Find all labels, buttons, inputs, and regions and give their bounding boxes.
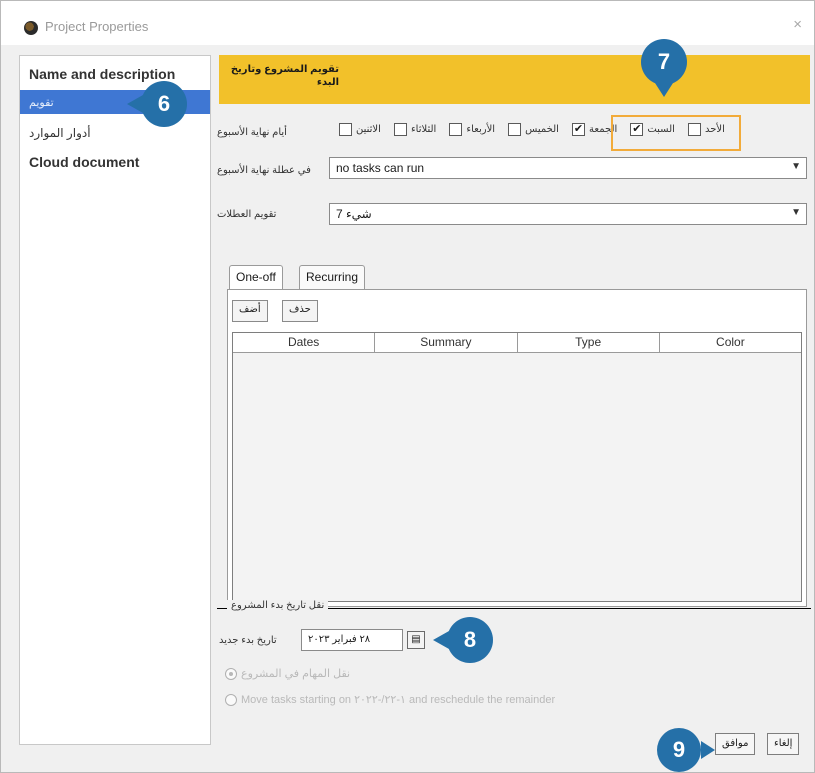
start-date-input[interactable]: ٢٨ فبراير ٢٠٢٣: [301, 629, 403, 651]
callout-8: 8: [447, 617, 493, 663]
day-label: الأربعاء: [466, 124, 496, 135]
option-reschedule[interactable]: Move tasks starting on ١-٢٢/-٢٠٢٢ and re…: [225, 693, 555, 706]
close-icon[interactable]: ×: [793, 16, 802, 33]
callout-9: 9: [657, 728, 701, 772]
option-move-tasks[interactable]: نقل المهام في المشروع: [225, 667, 350, 680]
option-reschedule-label: Move tasks starting on ١-٢٢/-٢٠٢٢ and re…: [241, 694, 556, 706]
title-bar: Project Properties ×: [1, 1, 814, 45]
move-start-section-title: نقل تاريخ بدء المشروع: [227, 600, 329, 611]
callout-6-pointer: [127, 95, 143, 113]
one-off-panel: أضف حذف Dates Summary Type Color: [227, 289, 807, 607]
weekend-days-label: أيام نهاية الأسبوع: [217, 127, 287, 138]
calendar-picker-icon[interactable]: ▤: [407, 631, 425, 649]
callout-9-pointer: [701, 741, 715, 759]
banner-title: تقويم المشروع وتاريخ البدء: [230, 64, 339, 88]
sidebar-item-cloud-document[interactable]: Cloud document: [20, 154, 210, 170]
radio-reschedule[interactable]: [225, 693, 237, 706]
callout-7-pointer: [655, 83, 673, 97]
callout-7: 7: [641, 39, 687, 85]
new-start-date-label: تاريخ بدء جديد: [219, 635, 277, 646]
sidebar-item-resource-roles[interactable]: أدوار الموارد: [20, 126, 210, 140]
window-title: Project Properties: [45, 19, 149, 34]
calendar-label: تقويم العطلات: [217, 209, 277, 220]
on-weekend-label: في عطلة نهاية الأسبوع: [217, 165, 311, 176]
ok-button[interactable]: موافق: [715, 733, 756, 755]
checkbox-tuesday[interactable]: [393, 123, 407, 136]
sidebar-item-name-and-description[interactable]: Name and description: [20, 66, 210, 82]
callout-6: 6: [141, 81, 187, 127]
radio-move-tasks[interactable]: [225, 667, 237, 680]
chevron-down-icon: ▼: [791, 207, 801, 218]
tab-recurring[interactable]: Recurring: [299, 265, 366, 289]
option-move-label: نقل المهام في المشروع: [241, 668, 351, 680]
holidays-table: Dates Summary Type Color: [232, 332, 802, 602]
tab-one-off[interactable]: One-off: [229, 265, 283, 289]
on-weekend-value: no tasks can run: [336, 161, 425, 175]
checkbox-highlight-box: [611, 115, 741, 151]
column-header-type[interactable]: Type: [518, 333, 660, 352]
calendar-value: 7 شيء: [336, 207, 372, 221]
checkbox-monday[interactable]: [339, 123, 352, 136]
day-label: الثلاثاء: [410, 124, 437, 135]
column-header-color[interactable]: Color: [660, 333, 801, 352]
section-banner: تقويم المشروع وتاريخ البدء: [219, 55, 810, 104]
table-header: Dates Summary Type Color: [233, 333, 801, 353]
sidebar: Name and description تقويم أدوار الموارد…: [19, 55, 211, 745]
on-weekend-select[interactable]: no tasks can run ▼: [329, 157, 807, 179]
delete-button[interactable]: حذف: [282, 300, 318, 322]
calendar-select[interactable]: 7 شيء ▼: [329, 203, 807, 225]
column-header-summary[interactable]: Summary: [375, 333, 518, 352]
project-properties-dialog: Project Properties × Name and descriptio…: [0, 0, 815, 773]
day-label: الاثنين: [356, 124, 381, 135]
chevron-down-icon: ▼: [791, 161, 801, 172]
cancel-button[interactable]: إلغاء: [767, 733, 800, 755]
checkbox-thursday[interactable]: [508, 123, 522, 136]
day-label: الخميس: [525, 124, 559, 135]
checkbox-friday[interactable]: ✔: [572, 123, 586, 136]
add-button[interactable]: أضف: [232, 300, 268, 322]
column-header-dates[interactable]: Dates: [233, 333, 376, 352]
callout-8-pointer: [433, 631, 449, 649]
checkbox-wednesday[interactable]: [449, 123, 463, 136]
content-panel: تقويم المشروع وتاريخ البدء أيام نهاية ال…: [217, 55, 811, 755]
app-icon: [24, 21, 38, 35]
